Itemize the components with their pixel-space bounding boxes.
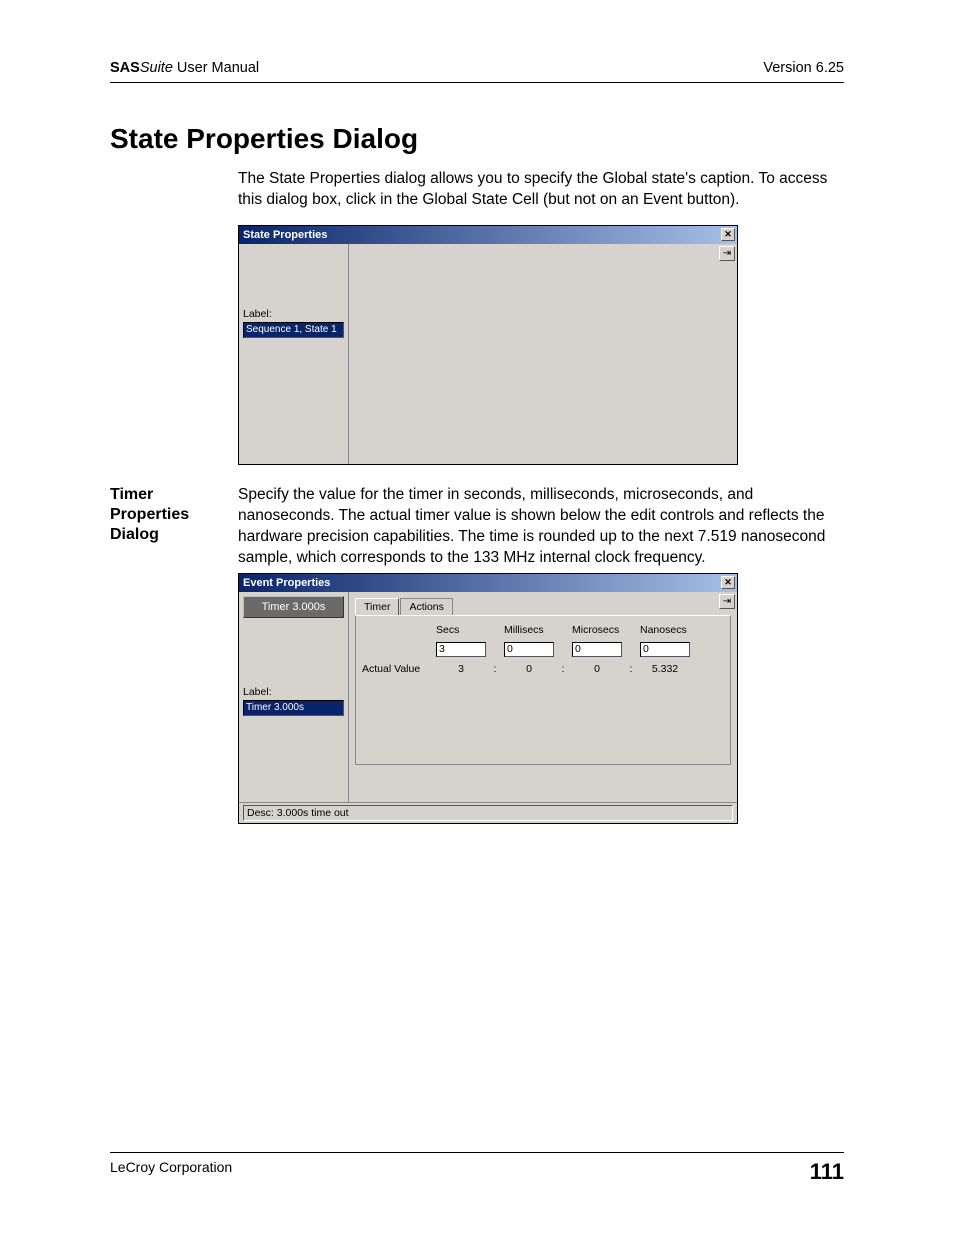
event-properties-dialog: Event Properties ✕ Timer 3.000s Label: T… xyxy=(238,573,738,824)
actual-value-label: Actual Value xyxy=(362,663,432,675)
section-title: State Properties Dialog xyxy=(110,123,844,155)
page-number: 111 xyxy=(810,1159,844,1185)
label-input[interactable]: Timer 3.000s xyxy=(243,700,344,716)
tab-content-timer: Secs Millisecs Microsecs Nanosecs 3 0 0 … xyxy=(355,615,731,765)
actual-microsecs: 0 xyxy=(572,663,622,675)
dialog-title: Event Properties xyxy=(243,577,330,589)
actual-nanosecs: 5.332 xyxy=(640,663,690,675)
status-text: Desc: 3.000s time out xyxy=(243,805,733,821)
subsection-heading: Timer Properties Dialog xyxy=(110,485,220,583)
col-microsecs: Microsecs xyxy=(572,624,622,636)
state-properties-dialog: State Properties ✕ Label: Sequence 1, St… xyxy=(238,225,738,465)
footer-company: LeCroy Corporation xyxy=(110,1159,232,1185)
page-footer: LeCroy Corporation 111 xyxy=(110,1152,844,1185)
manual-title: SASSuite User Manual xyxy=(110,60,259,76)
version-label: Version 6.25 xyxy=(763,60,844,76)
actual-millisecs: 0 xyxy=(504,663,554,675)
input-secs[interactable]: 3 xyxy=(436,642,486,657)
dialog-titlebar[interactable]: State Properties ✕ xyxy=(239,226,737,244)
tab-actions[interactable]: Actions xyxy=(400,598,452,615)
timer-item-button[interactable]: Timer 3.000s xyxy=(243,596,344,618)
input-microsecs[interactable]: 0 xyxy=(572,642,622,657)
status-bar: Desc: 3.000s time out xyxy=(239,802,737,823)
actual-secs: 3 xyxy=(436,663,486,675)
label-caption: Label: xyxy=(243,308,344,320)
pin-icon[interactable]: ⇥ xyxy=(719,594,735,609)
input-millisecs[interactable]: 0 xyxy=(504,642,554,657)
close-icon[interactable]: ✕ xyxy=(721,228,735,241)
label-input[interactable]: Sequence 1, State 1 xyxy=(243,322,344,338)
tab-timer[interactable]: Timer xyxy=(355,598,399,615)
dialog-title: State Properties xyxy=(243,229,327,241)
label-caption: Label: xyxy=(243,686,344,698)
right-panel: ⇥ xyxy=(349,244,737,464)
left-panel: Timer 3.000s Label: Timer 3.000s xyxy=(239,592,349,802)
pin-icon[interactable]: ⇥ xyxy=(719,246,735,261)
right-panel: ⇥ Timer Actions Secs Millisecs Microsecs… xyxy=(349,592,737,802)
col-secs: Secs xyxy=(436,624,486,636)
page-header: SASSuite User Manual Version 6.25 xyxy=(110,60,844,83)
intro-paragraph: The State Properties dialog allows you t… xyxy=(238,169,844,211)
col-nanosecs: Nanosecs xyxy=(640,624,690,636)
subsection-body: Specify the value for the timer in secon… xyxy=(238,485,844,569)
left-panel: Label: Sequence 1, State 1 xyxy=(239,244,349,464)
col-millisecs: Millisecs xyxy=(504,624,554,636)
close-icon[interactable]: ✕ xyxy=(721,576,735,589)
input-nanosecs[interactable]: 0 xyxy=(640,642,690,657)
